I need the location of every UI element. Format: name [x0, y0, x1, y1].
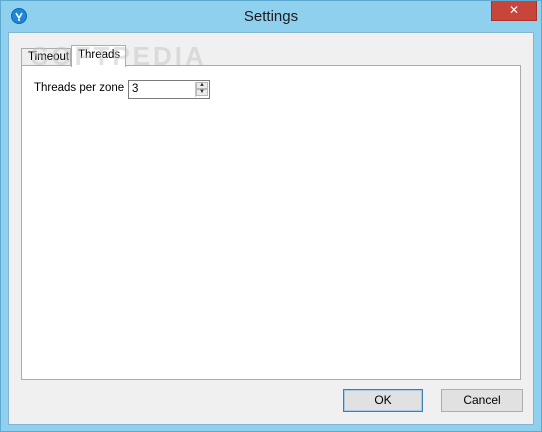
- tab-threads[interactable]: Threads: [71, 45, 126, 67]
- ok-button[interactable]: OK: [343, 389, 423, 412]
- threads-per-zone-stepper[interactable]: 3 ▲ ▼: [128, 80, 210, 99]
- stepper-down-icon[interactable]: ▼: [196, 89, 208, 96]
- dialog-body: Timeout Threads Threads per zone 3 ▲ ▼ O…: [8, 32, 534, 425]
- close-button[interactable]: ✕: [491, 1, 537, 21]
- tab-timeout[interactable]: Timeout: [21, 48, 71, 66]
- threads-per-zone-label: Threads per zone: [34, 82, 125, 94]
- cancel-button[interactable]: Cancel: [441, 389, 523, 412]
- close-icon: ✕: [508, 3, 520, 17]
- settings-window: Settings ✕ Timeout Threads Threads per z…: [0, 0, 542, 432]
- title-bar[interactable]: Settings ✕: [1, 1, 541, 32]
- stepper-up-icon[interactable]: ▲: [196, 82, 208, 89]
- threads-per-zone-value[interactable]: 3: [132, 83, 138, 95]
- stepper-buttons: ▲ ▼: [195, 82, 208, 97]
- threads-panel: Threads per zone 3 ▲ ▼: [21, 65, 521, 380]
- window-title: Settings: [243, 8, 299, 25]
